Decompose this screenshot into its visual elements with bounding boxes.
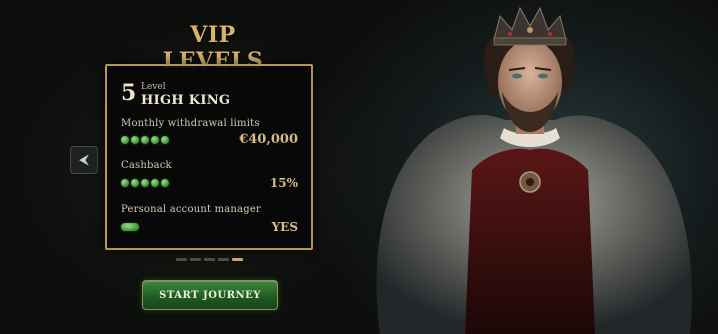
- pager-dot[interactable]: [190, 258, 201, 261]
- benefit-value-cashback: 15%: [269, 176, 298, 190]
- vip-level-card: 5 Level HIGH KING Monthly withdrawal lim…: [105, 64, 313, 250]
- level-number: 5: [121, 80, 137, 106]
- king-portrait: [376, 6, 692, 334]
- progress-dot: [131, 136, 139, 144]
- level-pager: [176, 258, 243, 261]
- level-name: HIGH KING: [141, 93, 231, 108]
- pager-dot-active[interactable]: [232, 258, 243, 261]
- progress-dot: [131, 179, 139, 187]
- pager-dot[interactable]: [176, 258, 187, 261]
- chevron-left-icon: ⮜: [79, 152, 89, 168]
- benefit-dots-cashback: [121, 179, 169, 187]
- benefit-value-withdrawal: €40,000: [239, 132, 298, 147]
- benefit-label-cashback: Cashback: [121, 160, 172, 171]
- progress-dot: [121, 179, 129, 187]
- level-label: Level: [141, 82, 166, 92]
- benefit-indicator-account-manager: [121, 223, 139, 231]
- benefit-label-withdrawal: Monthly withdrawal limits: [121, 118, 260, 129]
- pager-dot[interactable]: [218, 258, 229, 261]
- pager-dot[interactable]: [204, 258, 215, 261]
- progress-dot: [151, 136, 159, 144]
- progress-dot: [141, 136, 149, 144]
- benefit-value-account-manager: YES: [271, 220, 298, 234]
- progress-dot: [161, 179, 169, 187]
- progress-dot: [151, 179, 159, 187]
- progress-dot: [141, 179, 149, 187]
- benefit-label-account-manager: Personal account manager: [121, 204, 261, 215]
- start-journey-button[interactable]: START JOURNEY: [142, 280, 278, 310]
- benefit-dots-withdrawal: [121, 136, 169, 144]
- prev-level-button[interactable]: ⮜: [70, 146, 98, 174]
- progress-dot: [161, 136, 169, 144]
- progress-dot: [121, 136, 129, 144]
